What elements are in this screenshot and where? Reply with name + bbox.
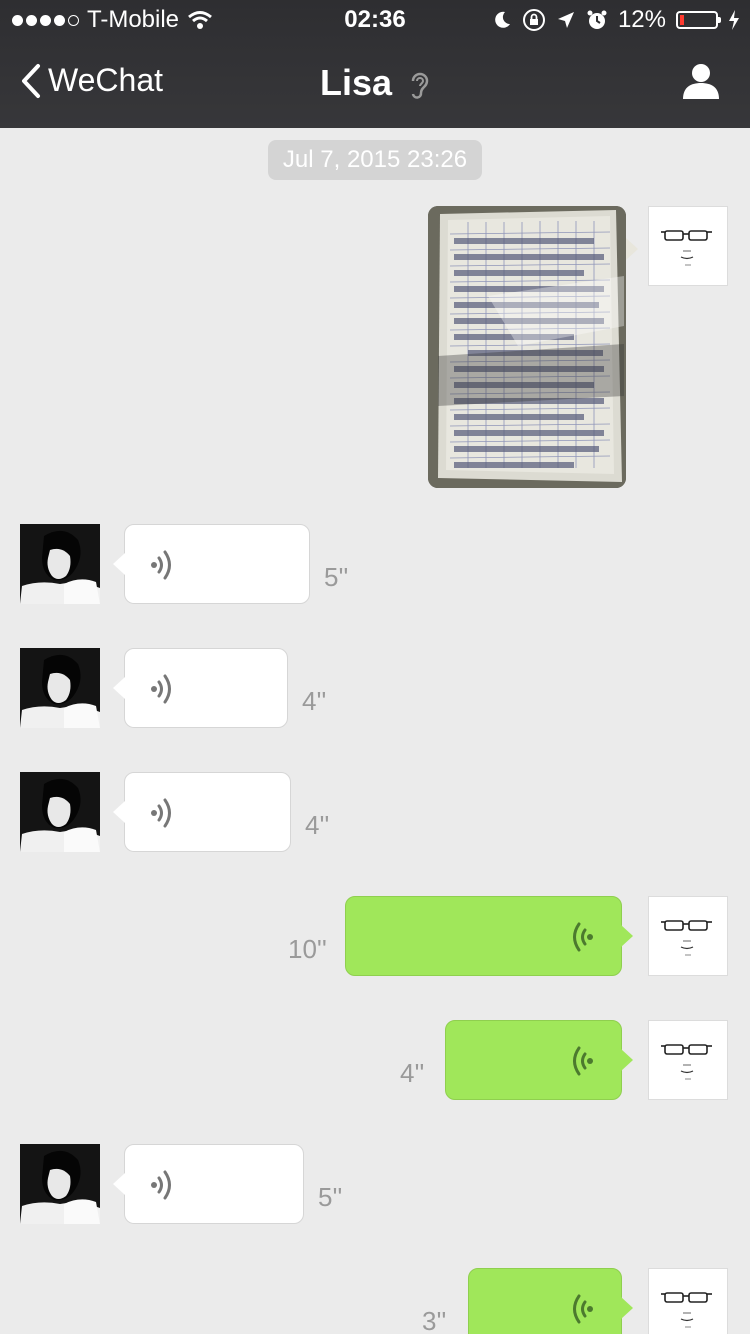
portrait-photo <box>20 1144 100 1224</box>
portrait-photo <box>20 772 100 852</box>
portrait-photo <box>20 524 100 604</box>
status-bar: T-Mobile 02:36 12% <box>0 0 750 40</box>
top-bar: T-Mobile 02:36 12% WeChat Lisa <box>0 0 750 128</box>
voice-message-incoming[interactable] <box>113 1144 304 1224</box>
lisa-avatar[interactable] <box>20 524 100 604</box>
lisa-avatar[interactable] <box>20 1144 100 1224</box>
glasses-face-avatar-icon <box>661 230 712 266</box>
notebook-photo <box>428 206 626 488</box>
alarm-icon <box>587 10 607 29</box>
location-arrow-icon <box>557 12 574 28</box>
contact-profile-button[interactable] <box>682 62 720 105</box>
chat-thread[interactable]: Jul 7, 2015 23:26 5'' 4'' 4'' 10'' 4'' 5… <box>0 128 750 1334</box>
navigation-bar: WeChat Lisa <box>0 40 750 128</box>
voice-duration: 4'' <box>302 686 327 716</box>
portrait-photo <box>20 648 100 728</box>
voice-wave-icon <box>151 1170 171 1200</box>
timestamp-divider: Jul 7, 2015 23:26 <box>268 140 482 180</box>
my-avatar[interactable] <box>648 1020 728 1100</box>
battery-percent: 12% <box>617 6 666 33</box>
voice-message-outgoing[interactable] <box>468 1268 633 1334</box>
voice-duration: 3'' <box>422 1306 447 1334</box>
voice-wave-icon <box>573 922 593 952</box>
voice-message-incoming[interactable] <box>113 772 291 852</box>
battery-icon <box>676 11 721 29</box>
chat-title: Lisa <box>0 62 750 104</box>
person-icon <box>683 64 719 99</box>
glasses-face-avatar-icon <box>661 920 712 956</box>
my-avatar[interactable] <box>648 206 728 286</box>
lisa-avatar[interactable] <box>20 772 100 852</box>
moon-icon <box>495 11 510 28</box>
voice-message-incoming[interactable] <box>113 524 310 604</box>
my-avatar[interactable] <box>648 1268 728 1334</box>
battery-level <box>680 15 684 25</box>
my-avatar[interactable] <box>648 896 728 976</box>
image-message[interactable] <box>428 206 626 488</box>
voice-duration: 10'' <box>288 934 327 964</box>
orientation-lock-icon <box>522 9 545 31</box>
voice-duration: 5'' <box>324 562 349 592</box>
charging-bolt-icon <box>729 10 739 30</box>
voice-message-outgoing[interactable] <box>345 896 633 976</box>
voice-message-incoming[interactable] <box>113 648 288 728</box>
glasses-face-avatar-icon <box>661 1044 712 1080</box>
status-icons: 12% <box>492 6 740 34</box>
voice-duration: 4'' <box>400 1058 425 1088</box>
contact-name: Lisa <box>319 62 393 103</box>
voice-duration: 4'' <box>305 810 330 840</box>
voice-wave-icon <box>573 1046 593 1076</box>
image-bubble-tail <box>626 238 638 260</box>
voice-wave-icon <box>151 674 171 704</box>
voice-wave-icon <box>151 550 171 580</box>
voice-message-outgoing[interactable] <box>445 1020 633 1100</box>
voice-wave-icon <box>573 1294 593 1324</box>
earpiece-mode-icon <box>411 73 429 100</box>
voice-duration: 5'' <box>318 1182 343 1212</box>
voice-wave-icon <box>151 798 171 828</box>
lisa-avatar[interactable] <box>20 648 100 728</box>
glasses-face-avatar-icon <box>661 1292 712 1328</box>
